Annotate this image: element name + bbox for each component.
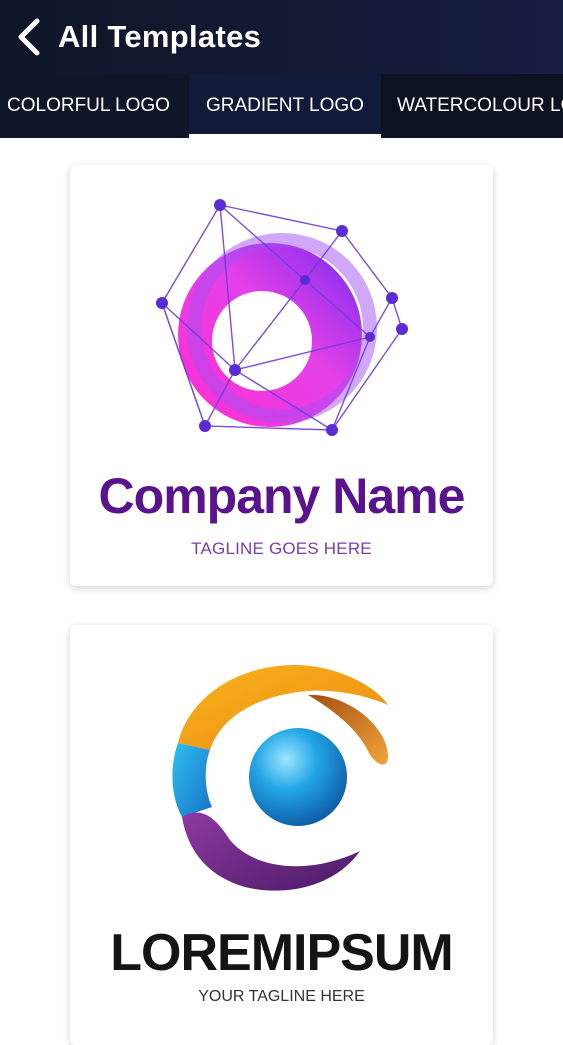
tab-colorful-logo[interactable]: COLORFUL LOGO bbox=[0, 74, 189, 138]
network-ring-logo bbox=[156, 199, 408, 436]
tagline-text: YOUR TAGLINE HERE bbox=[198, 988, 365, 1005]
tab-gradient-logo[interactable]: GRADIENT LOGO bbox=[188, 74, 381, 138]
chevron-left-icon bbox=[18, 18, 40, 56]
tab-bar: COLORFUL LOGO GRADIENT LOGO WATERCOLOUR … bbox=[0, 74, 563, 138]
back-button[interactable] bbox=[0, 0, 58, 74]
template-card[interactable]: Company Name TAGLINE GOES HERE bbox=[70, 165, 493, 586]
company-name-text: Company Name bbox=[98, 468, 466, 524]
template-card[interactable]: LOREMIPSUM YOUR TAGLINE HERE bbox=[70, 625, 493, 1045]
app-bar: All Templates bbox=[0, 0, 563, 74]
tab-watercolour-logo[interactable]: WATERCOLOUR LOGO bbox=[380, 74, 563, 138]
page-title: All Templates bbox=[58, 19, 262, 54]
company-name-text: LOREMIPSUM bbox=[110, 924, 453, 982]
tagline-text: TAGLINE GOES HERE bbox=[191, 539, 372, 558]
globe-swirl-logo bbox=[172, 665, 388, 891]
